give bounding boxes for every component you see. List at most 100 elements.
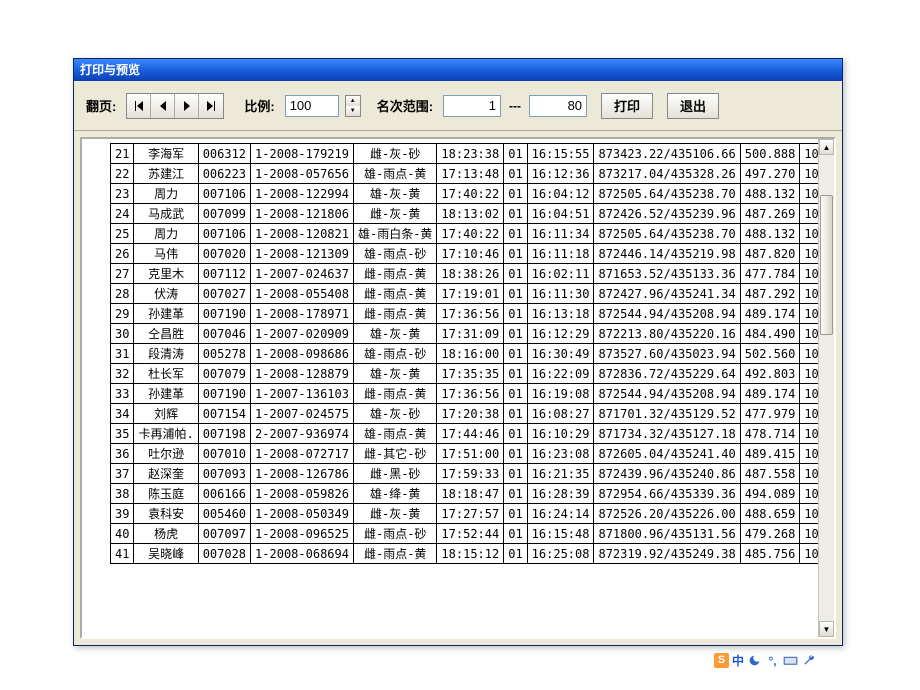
scroll-track[interactable] (819, 155, 834, 621)
range-to-input[interactable] (529, 95, 587, 117)
cell: 26 (111, 244, 134, 264)
cell: 雌-雨点-黄 (353, 544, 436, 564)
cell: 17:10:46 (437, 244, 504, 264)
table-row: 30仝昌胜0070461-2007-020909雄-灰-黄17:31:09011… (111, 324, 819, 344)
cell: 01 (504, 324, 527, 344)
table-row: 40杨虎0070971-2008-096525雌-雨点-砂17:52:44011… (111, 524, 819, 544)
cell: 马伟 (134, 244, 198, 264)
table-row: 21李海军0063121-2008-179219雌-灰-砂18:23:38011… (111, 144, 819, 164)
cell: 17:36:56 (437, 384, 504, 404)
toolbar: 翻页: 比例: ▲ ▼ 名次范围: --- 打印 退出 (74, 81, 842, 131)
cell: 007190 (198, 304, 250, 324)
cell: 1055.8472 (800, 304, 818, 324)
cell: 872505.64/435238.70 (594, 184, 740, 204)
cell: 克里木 (134, 264, 198, 284)
cell: 488.659 (740, 504, 800, 524)
table-row: 24马成武0070991-2008-121806雌-灰-黄18:13:02011… (111, 204, 819, 224)
print-preview-window: 打印与预览 翻页: 比例: ▲ ▼ 名次范围: --- 打印 (73, 58, 843, 646)
vertical-scrollbar[interactable]: ▲ ▼ (818, 139, 834, 637)
cell: 005278 (198, 344, 250, 364)
cell: 487.820 (740, 244, 800, 264)
table-row: 25周力0071061-2008-120821雄-雨白条-黄17:40:2201… (111, 224, 819, 244)
cell: 23 (111, 184, 134, 204)
keyboard-icon[interactable] (783, 653, 798, 668)
cell: 雄-绛-黄 (353, 484, 436, 504)
scroll-down-button[interactable]: ▼ (819, 621, 834, 637)
cell: 007046 (198, 324, 250, 344)
cell: 1057.4897 (800, 244, 818, 264)
cell: 17:36:56 (437, 304, 504, 324)
cell: 16:11:34 (527, 224, 594, 244)
scroll-up-button[interactable]: ▲ (819, 139, 834, 155)
cell: 1-2008-098686 (251, 344, 354, 364)
cell: 872954.66/435339.36 (594, 484, 740, 504)
next-page-button[interactable] (175, 94, 199, 118)
cell: 雌-雨点-黄 (353, 304, 436, 324)
cell: 16:02:11 (527, 264, 594, 284)
cell: 16:25:08 (527, 544, 594, 564)
cell: 16:19:08 (527, 384, 594, 404)
cell: 41 (111, 544, 134, 564)
cell: 18:15:12 (437, 544, 504, 564)
table-row: 29孙建革0071901-2008-178971雌-雨点-黄17:36:5601… (111, 304, 819, 324)
cell: 1-2007-024637 (251, 264, 354, 284)
cell: 1030.4189 (800, 504, 818, 524)
cell: 雄-雨点-砂 (353, 244, 436, 264)
cell: 17:40:22 (437, 184, 504, 204)
cell: 17:44:46 (437, 424, 504, 444)
table-row: 38陈玉庭0061661-2008-059826雄-绛-黄18:18:47011… (111, 484, 819, 504)
cell: 007106 (198, 224, 250, 244)
moon-icon[interactable] (747, 653, 762, 668)
cell: 007198 (198, 424, 250, 444)
titlebar[interactable]: 打印与预览 (74, 59, 842, 81)
cell: 18:13:02 (437, 204, 504, 224)
cell: 1-2008-179219 (251, 144, 354, 164)
cell: 01 (504, 524, 527, 544)
cell: 1043.7425 (800, 364, 818, 384)
cell: 007028 (198, 544, 250, 564)
cell: 周力 (134, 224, 198, 244)
cell: 872439.96/435240.86 (594, 464, 740, 484)
scale-input[interactable] (285, 95, 339, 117)
range-from-input[interactable] (443, 95, 501, 117)
cell: 32 (111, 364, 134, 384)
scale-down-button[interactable]: ▼ (346, 106, 360, 116)
range-label: 名次范围: (377, 96, 433, 115)
table-row: 22苏建江0062231-2008-057656雄-雨点-黄17:13:4801… (111, 164, 819, 184)
cell: 1-2008-072717 (251, 444, 354, 464)
wrench-icon[interactable] (801, 653, 816, 668)
cell: 007099 (198, 204, 250, 224)
last-page-button[interactable] (199, 94, 223, 118)
scale-up-button[interactable]: ▲ (346, 96, 360, 106)
cell: 17:20:38 (437, 404, 504, 424)
cell: 17:59:33 (437, 464, 504, 484)
cell: 872544.94/435208.94 (594, 384, 740, 404)
cell: 苏建江 (134, 164, 198, 184)
exit-button[interactable]: 退出 (667, 93, 719, 119)
prev-page-button[interactable] (151, 94, 175, 118)
table-row: 41吴晓峰0070281-2008-068694雌-雨点-黄18:15:1201… (111, 544, 819, 564)
cell: 485.756 (740, 544, 800, 564)
cell: 伏涛 (134, 284, 198, 304)
cell: 18:18:47 (437, 484, 504, 504)
cell: 872446.14/435219.98 (594, 244, 740, 264)
cell: 陈玉庭 (134, 484, 198, 504)
cell: 16:11:30 (527, 284, 594, 304)
first-page-button[interactable] (127, 94, 151, 118)
print-button[interactable]: 打印 (601, 93, 653, 119)
cell: 雄-雨点-黄 (353, 164, 436, 184)
cell: 1042.7185 (800, 384, 818, 404)
cell: 477.979 (740, 404, 800, 424)
ime-cn-icon[interactable]: 中 (732, 652, 744, 669)
cell: 39 (111, 504, 134, 524)
ime-s-icon[interactable]: S (714, 653, 729, 668)
cell: 1-2008-096525 (251, 524, 354, 544)
scroll-thumb[interactable] (820, 195, 833, 335)
cell: 16:12:29 (527, 324, 594, 344)
cell: 17:31:09 (437, 324, 504, 344)
cell: 1-2007-136103 (251, 384, 354, 404)
cell: 赵深奎 (134, 464, 198, 484)
cell: 雌-雨点-黄 (353, 284, 436, 304)
punct-icon[interactable]: °, (765, 653, 780, 668)
cell: 502.560 (740, 344, 800, 364)
